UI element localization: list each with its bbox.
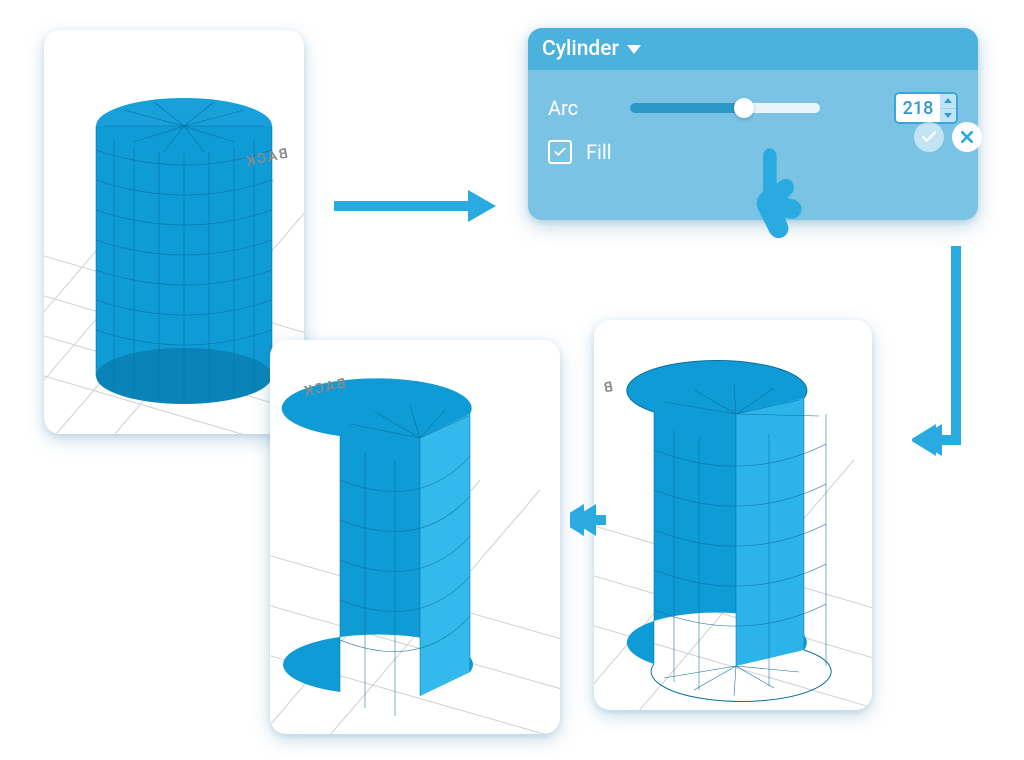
- close-button[interactable]: [952, 122, 982, 152]
- check-icon: [553, 145, 567, 159]
- preview-arc-filled: BACK: [270, 340, 560, 734]
- chevron-up-icon: [944, 98, 952, 103]
- check-icon: [920, 128, 938, 146]
- property-panel: Cylinder Arc 218: [528, 28, 978, 220]
- arc-value: 218: [896, 94, 940, 122]
- slider-thumb[interactable]: [734, 98, 754, 118]
- chevron-down-icon: [944, 113, 952, 118]
- preview-full-cylinder: BACK: [44, 30, 304, 434]
- fill-checkbox[interactable]: [548, 140, 572, 164]
- cylinder-full-illustration: [44, 30, 304, 434]
- arc-slider[interactable]: [630, 103, 820, 113]
- fill-label: Fill: [586, 140, 612, 164]
- close-icon: [959, 129, 975, 145]
- cylinder-arc-filled-illustration: [270, 340, 560, 734]
- arc-value-stepper[interactable]: 218: [894, 92, 958, 124]
- flow-arrow-1: [330, 186, 500, 226]
- flow-arrow-2: [912, 240, 972, 500]
- panel-title: Cylinder: [542, 37, 619, 61]
- confirm-button[interactable]: [914, 122, 944, 152]
- cylinder-arc-hollow-illustration: [594, 320, 872, 710]
- arc-label: Arc: [548, 96, 608, 120]
- flow-arrow-3: [570, 500, 610, 540]
- pointer-hand-icon: [728, 142, 818, 252]
- preview-arc-hollow: B: [594, 320, 872, 710]
- panel-header[interactable]: Cylinder: [528, 28, 978, 70]
- stepper-down[interactable]: [940, 109, 956, 123]
- stepper-up[interactable]: [940, 94, 956, 109]
- collapse-icon: [627, 45, 641, 54]
